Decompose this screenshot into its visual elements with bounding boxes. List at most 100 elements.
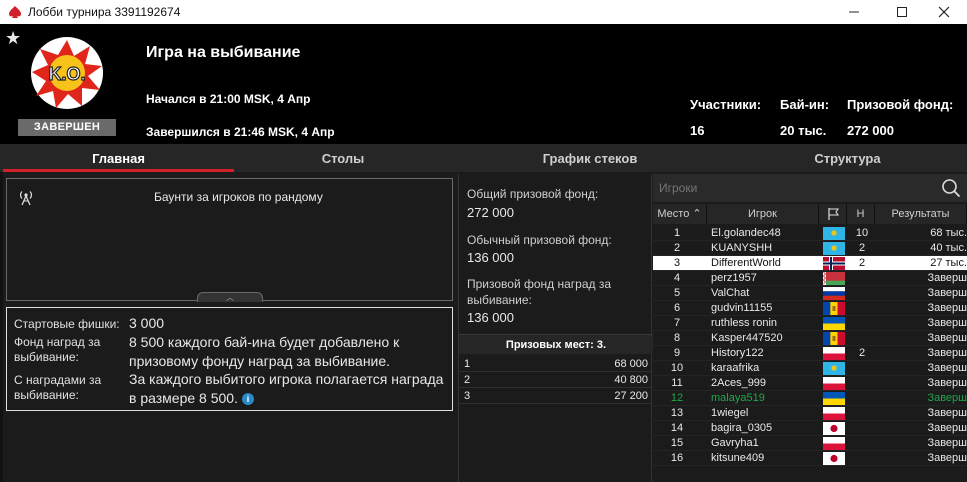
close-icon: [938, 6, 950, 18]
prize-row: 3 27 200: [459, 389, 653, 404]
buyin-label: Бай-ин:: [780, 97, 830, 112]
player-result: 40 тыс.: [930, 242, 967, 254]
participants-value: 16: [690, 123, 705, 138]
player-row[interactable]: 12 malaya519 Заверш: [653, 391, 967, 406]
player-row[interactable]: 6 gudvin11155 Заверш: [653, 301, 967, 316]
regular-pool-label: Обычный призовой фонд:: [467, 233, 612, 247]
tab-stack-chart[interactable]: График стеков: [452, 144, 728, 172]
player-place: 12: [670, 392, 684, 404]
players-panel: Место ⌃ Игрок Н Результаты 1 El.golandec4…: [653, 174, 967, 482]
player-name: History122: [711, 347, 764, 359]
player-row[interactable]: 5 ValChat Заверш: [653, 286, 967, 301]
close-button[interactable]: [921, 0, 967, 24]
players-search-input[interactable]: [659, 179, 929, 197]
minimize-button[interactable]: [831, 0, 877, 24]
player-row[interactable]: 10 karaafrika Заверш: [653, 361, 967, 376]
prize-amount: 27 200: [614, 390, 648, 402]
player-row[interactable]: 13 1wiegel Заверш: [653, 406, 967, 421]
player-row[interactable]: 15 Gavryha1 Заверш: [653, 436, 967, 451]
status-badge: ЗАВЕРШЕН: [18, 119, 116, 136]
tournament-header: ★ K.O. ЗАВЕРШЕН Игра на выбивание Началс…: [0, 24, 967, 144]
player-place: 10: [670, 362, 684, 374]
prize-amount: 68 000: [614, 358, 648, 370]
active-tab-indicator: [3, 169, 234, 172]
player-place: 9: [673, 347, 681, 359]
players-search-bar: [653, 174, 967, 202]
favorite-star-icon[interactable]: ★: [5, 28, 21, 49]
player-row[interactable]: 8 Kasper447520 Заверш: [653, 331, 967, 346]
total-pool-value: 272 000: [467, 205, 514, 220]
with-bounty-value: За каждого выбитого игрока полагается на…: [129, 371, 444, 406]
starting-chips-value: 3 000: [129, 315, 165, 331]
badge-text: K.O.: [48, 64, 85, 84]
column-n[interactable]: Н: [847, 204, 875, 224]
country-flag-by-icon: [823, 272, 845, 285]
player-result: 27 тыс.: [930, 257, 967, 269]
total-pool-label: Общий призовой фонд:: [467, 187, 599, 201]
player-place: 2: [673, 242, 681, 254]
end-time: Завершился в 21:46 MSK, 4 Апр: [146, 125, 335, 139]
tab-bar: Главная Столы График стеков Структура: [0, 144, 967, 172]
player-row[interactable]: 4 perz1957 Заверш: [653, 271, 967, 286]
country-flag-pl-icon: [823, 407, 845, 420]
participants-label: Участники:: [690, 97, 762, 112]
info-icon[interactable]: i: [241, 393, 254, 406]
bounty-pool-value: 136 000: [467, 310, 514, 325]
player-name: Kasper447520: [711, 332, 783, 344]
player-place: 1: [673, 227, 681, 239]
player-row[interactable]: 16 kitsune409 Заверш: [653, 451, 967, 466]
player-result: Заверш: [927, 362, 967, 374]
country-flag-kz-icon: [823, 227, 845, 240]
player-name: bagira_0305: [711, 422, 773, 434]
player-result: Заверш: [927, 407, 967, 419]
player-place: 14: [670, 422, 684, 434]
prize-row: 2 40 800: [459, 373, 653, 388]
chevron-up-icon: ︿: [226, 293, 234, 302]
player-place: 16: [670, 452, 684, 464]
player-place: 5: [673, 287, 681, 299]
country-flag-md-icon: [823, 332, 845, 345]
player-row[interactable]: 9 History122 2 Заверш: [653, 346, 967, 361]
player-result: Заверш: [927, 437, 967, 449]
player-row[interactable]: 3 DifferentWorld 2 27 тыс.: [653, 256, 967, 271]
player-row[interactable]: 2 KUANYSHH 2 40 тыс.: [653, 241, 967, 256]
bounty-fund-value: 8 500 каждого бай-ина будет добавлено к …: [129, 334, 400, 369]
player-result: Заверш: [927, 347, 967, 359]
search-icon[interactable]: [941, 178, 961, 198]
antenna-icon: [20, 191, 32, 206]
player-result: Заверш: [927, 287, 967, 299]
player-row[interactable]: 1 El.golandec48 10 68 тыс.: [653, 226, 967, 241]
tab-main[interactable]: Главная: [3, 144, 234, 172]
player-row[interactable]: 7 ruthless ronin Заверш: [653, 316, 967, 331]
country-flag-ua-icon: [823, 392, 845, 405]
bounty-fund-label: Фонд наград за выбивание:: [14, 335, 101, 364]
country-flag-pl-icon: [823, 437, 845, 450]
start-time: Начался в 21:00 MSK, 4 Апр: [146, 92, 311, 106]
sort-up-icon: ⌃: [689, 208, 702, 220]
column-place-label: Место: [657, 208, 690, 220]
prize-place: 2: [464, 374, 471, 386]
player-row[interactable]: 14 bagira_0305 Заверш: [653, 421, 967, 436]
tab-tables[interactable]: Столы: [234, 144, 452, 172]
player-name: malaya519: [711, 392, 765, 404]
player-result: Заверш: [927, 452, 967, 464]
player-row[interactable]: 11 2Aces_999 Заверш: [653, 376, 967, 391]
tab-structure[interactable]: Структура: [728, 144, 967, 172]
column-results[interactable]: Результаты: [875, 204, 967, 224]
left-edge: [0, 172, 3, 482]
bounty-pool-label: Призовой фонд наград за выбивание:: [467, 277, 612, 307]
country-flag-jp-icon: [823, 452, 845, 465]
column-country[interactable]: [819, 204, 847, 224]
tournament-details: Стартовые фишки: 3 000 Фонд наград за вы…: [6, 307, 453, 411]
column-player[interactable]: Игрок: [707, 204, 819, 224]
player-name: ruthless ronin: [711, 317, 778, 329]
player-place: 11: [671, 377, 683, 389]
country-flag-ru-icon: [823, 287, 845, 300]
collapse-toggle[interactable]: ︿: [197, 292, 263, 302]
player-name: El.golandec48: [711, 227, 781, 239]
prize-places-header: Призовых мест: 3.: [459, 334, 653, 354]
country-flag-no-icon: [823, 257, 845, 270]
maximize-button[interactable]: [879, 0, 925, 24]
country-flag-ua-icon: [823, 317, 845, 330]
column-place[interactable]: Место ⌃: [653, 204, 707, 224]
